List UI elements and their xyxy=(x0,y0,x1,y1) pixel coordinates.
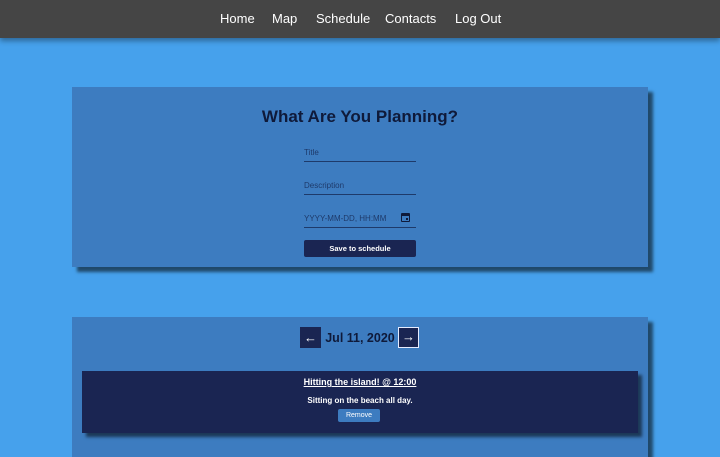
event-description: Sitting on the beach all day. xyxy=(307,396,413,405)
calendar-icon[interactable] xyxy=(401,213,410,222)
datetime-input[interactable] xyxy=(304,211,404,225)
nav-map-link[interactable]: Map xyxy=(272,11,297,27)
remove-event-button[interactable]: Remove xyxy=(338,409,380,422)
event-card: Hitting the island! @ 12:00 Sitting on t… xyxy=(82,371,638,433)
nav-contacts-link[interactable]: Contacts xyxy=(385,11,436,27)
title-input[interactable] xyxy=(304,145,404,159)
save-to-schedule-button[interactable]: Save to schedule xyxy=(304,240,416,257)
description-field xyxy=(304,178,416,195)
title-field xyxy=(304,145,416,162)
top-navigation-bar: Home Map Schedule Contacts Log Out xyxy=(0,0,720,38)
nav-home-link[interactable]: Home xyxy=(220,11,255,27)
previous-day-button[interactable]: ← xyxy=(300,327,321,348)
event-title[interactable]: Hitting the island! @ 12:00 xyxy=(82,376,638,388)
nav-logout-link[interactable]: Log Out xyxy=(455,11,501,27)
next-day-button[interactable]: → xyxy=(398,327,419,348)
description-input[interactable] xyxy=(304,178,404,192)
current-date: Jul 11, 2020 xyxy=(325,331,395,345)
nav-schedule-link[interactable]: Schedule xyxy=(316,11,370,27)
schedule-card: ← Jul 11, 2020 → Hitting the island! @ 1… xyxy=(72,317,648,457)
nav-links: Home Map Schedule Contacts Log Out xyxy=(0,11,720,27)
plan-form-card: What Are You Planning? Save to schedule xyxy=(72,87,648,267)
form-heading: What Are You Planning? xyxy=(261,107,459,126)
datetime-field xyxy=(304,211,416,228)
